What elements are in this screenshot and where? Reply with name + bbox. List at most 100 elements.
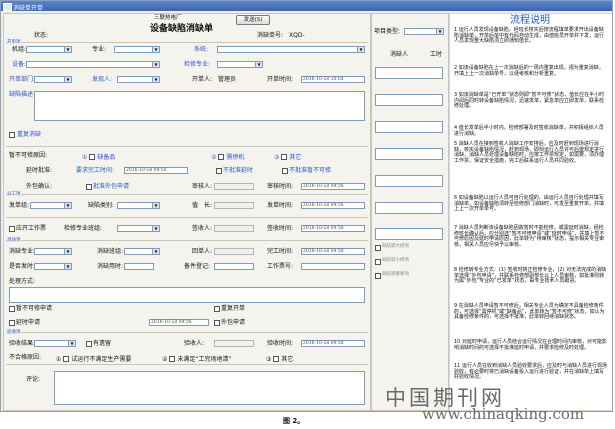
handler-row-3[interactable]	[375, 121, 443, 133]
system-select[interactable]: ▼	[217, 46, 365, 53]
flow-para-7: 7 消缺人员判断该设备缺陷因故暂时不能检修，或需延时消缺，经检修班长确认后，应分…	[454, 225, 605, 248]
outsource-agree-checkbox[interactable]	[86, 184, 92, 190]
handler-row-7[interactable]	[375, 228, 443, 240]
ticket-field[interactable]	[301, 263, 365, 270]
result-select[interactable]: ▼	[34, 340, 76, 347]
minor-repair-label: 缺陷转小修项	[382, 258, 409, 263]
accept-time-label: 验收时间:	[267, 340, 294, 347]
opener-label: 开单人:	[192, 76, 213, 83]
reason-opt1-checkbox[interactable]	[63, 356, 70, 362]
handle-spec-label: 消缺专业:	[9, 248, 36, 255]
handle-spec-select[interactable]: ▼	[34, 248, 72, 255]
cannot-opt3-checkbox[interactable]	[281, 154, 288, 160]
spare-field[interactable]	[214, 263, 254, 270]
title-bar: 消缺单开单	[1, 1, 612, 12]
handler-row-4[interactable]	[375, 148, 443, 160]
section-open: 开单项	[7, 39, 21, 45]
flow-para-6: 6 如设备缺陷以运行人员可自行处理的，由运行人员自行处理并填写消缺单，如设备缺陷…	[454, 195, 605, 213]
desc-label: 缺陷描述:	[9, 91, 36, 98]
reviewer-label: 审核人:	[192, 183, 213, 190]
duty-field[interactable]	[214, 202, 254, 209]
check-item-select[interactable]: ▼	[217, 61, 263, 68]
repeat-checkbox[interactable]	[9, 132, 15, 138]
dispatch-time-field[interactable]: 2016-10-18 09:56	[301, 202, 365, 209]
equipment-select[interactable]: ▼	[26, 61, 160, 68]
cannot-opt2-checkbox[interactable]	[218, 154, 225, 160]
handle-group-select[interactable]: ▼	[124, 248, 160, 255]
reason-opt1-label: 试运行不满足生产需要	[71, 356, 132, 363]
comment-textarea[interactable]	[54, 371, 365, 405]
defect-type-label: 缺陷类别:	[88, 202, 115, 209]
reviewer-field[interactable]	[214, 183, 254, 190]
sign-time-field[interactable]: 2016-10-18 09:56	[301, 225, 365, 232]
chevron-down-icon: ▼	[152, 203, 159, 208]
accept-time-field[interactable]: 2016-10-18 09:56	[301, 340, 365, 347]
review-time-label: 审核时间:	[267, 183, 294, 190]
defect-level-select[interactable]: ▼	[34, 263, 72, 270]
chevron-down-icon: ▼	[64, 264, 71, 269]
spare-label: 备件登记:	[184, 263, 211, 270]
chevron-down-icon: ▼	[64, 203, 71, 208]
dept-label: 开单部门:	[9, 76, 36, 83]
no-cannot-checkbox[interactable]	[282, 168, 288, 174]
handler-field[interactable]	[214, 248, 254, 255]
delay-apply-checkbox[interactable]	[9, 320, 15, 326]
finder-select[interactable]: ▼	[117, 76, 160, 83]
flow-title: 流程说明	[510, 15, 550, 26]
defect-type-select[interactable]: ▼	[117, 202, 160, 209]
check-group-select[interactable]: ▼	[117, 225, 160, 232]
unit-select[interactable]: ▼	[26, 46, 72, 53]
important-checkbox[interactable]	[375, 273, 381, 279]
handler-row-6[interactable]	[375, 202, 443, 214]
specialty-select[interactable]: ▼	[114, 46, 160, 53]
flow-description-panel: 流程说明 1 运行人员发现设备缺陷，经班长核实后按流程填单要求开出设备缺陷消缺单…	[449, 13, 612, 411]
no-delay-checkbox[interactable]	[216, 168, 222, 174]
outsource-agree-label: 批准外包申请	[93, 183, 130, 190]
desc-textarea[interactable]	[34, 91, 365, 121]
cannot-opt3-label: 其它	[289, 154, 302, 161]
leftover-checkbox[interactable]	[86, 341, 92, 347]
handler-row-1[interactable]	[375, 67, 443, 79]
cannot-apply-label: 暂不可修申请	[16, 305, 53, 312]
ticket-no-value: XQD-	[289, 32, 305, 39]
review-time-field[interactable]: 2016-10-18 09:56	[301, 183, 365, 190]
chevron-down-icon: ▼	[152, 77, 159, 82]
process-label: 处理方式:	[9, 278, 36, 285]
important-label: 缺陷转重要项	[382, 272, 409, 277]
chevron-down-icon: ▼	[152, 249, 159, 254]
equipment-label: 设备:	[12, 61, 27, 68]
handle-time-field[interactable]	[124, 263, 154, 270]
cannot-label: 暂不可修原因:	[9, 152, 48, 159]
ticket-no-label: 消缺单号:	[257, 32, 284, 39]
overhaul-checkbox[interactable]	[375, 245, 381, 251]
cannot-opt1-checkbox[interactable]	[89, 154, 96, 160]
result-label: 验收结果:	[9, 340, 36, 347]
open-time-field[interactable]: 2016-10-18 10:04	[301, 76, 365, 83]
repeat-open-checkbox[interactable]	[214, 306, 220, 312]
comment-label: 评论:	[26, 376, 41, 383]
handler-row-5[interactable]	[375, 175, 443, 187]
process-textarea[interactable]	[9, 287, 365, 303]
cannot-apply-checkbox[interactable]	[9, 306, 15, 312]
minor-repair-checkbox[interactable]	[375, 259, 381, 265]
reason-opt2-checkbox[interactable]	[169, 356, 176, 362]
finish-time-field[interactable]: 2016-10-18 09:56	[301, 248, 365, 255]
required-time-field[interactable]: 2016-10-18 09:56	[124, 167, 188, 174]
outsource-apply-checkbox[interactable]	[214, 320, 220, 326]
send-button[interactable]: 发送(S)	[236, 15, 270, 25]
work-ticket-checkbox[interactable]	[9, 226, 15, 232]
sign-field[interactable]	[214, 225, 254, 232]
window-title: 消缺单开单	[13, 5, 44, 12]
flow-para-10: 10 对延时申请，运行人员结合运行情况在合理时间内审核，对可能影响消缺时间的可选…	[454, 339, 607, 351]
chevron-down-icon: ▼	[68, 341, 75, 346]
acceptor-field[interactable]	[214, 340, 254, 347]
cannot-opt3: ③ 其它	[274, 154, 302, 161]
section-handle: 消缺项	[7, 237, 21, 243]
dept-select[interactable]: ▼	[34, 76, 72, 83]
reason-opt3-checkbox[interactable]	[273, 356, 280, 362]
handler-row-2[interactable]	[375, 94, 443, 106]
dispatch-unit-select[interactable]: ▼	[30, 202, 72, 209]
project-type-select[interactable]: ▼	[404, 28, 444, 35]
flow-para-2: 2 如该设备缺陷在上一次消缺后的一周内重复出现，视为重复消缺，开填上上一次消缺单…	[454, 65, 604, 77]
delay-time-field[interactable]: 2016-10-18 09:56	[149, 319, 209, 326]
